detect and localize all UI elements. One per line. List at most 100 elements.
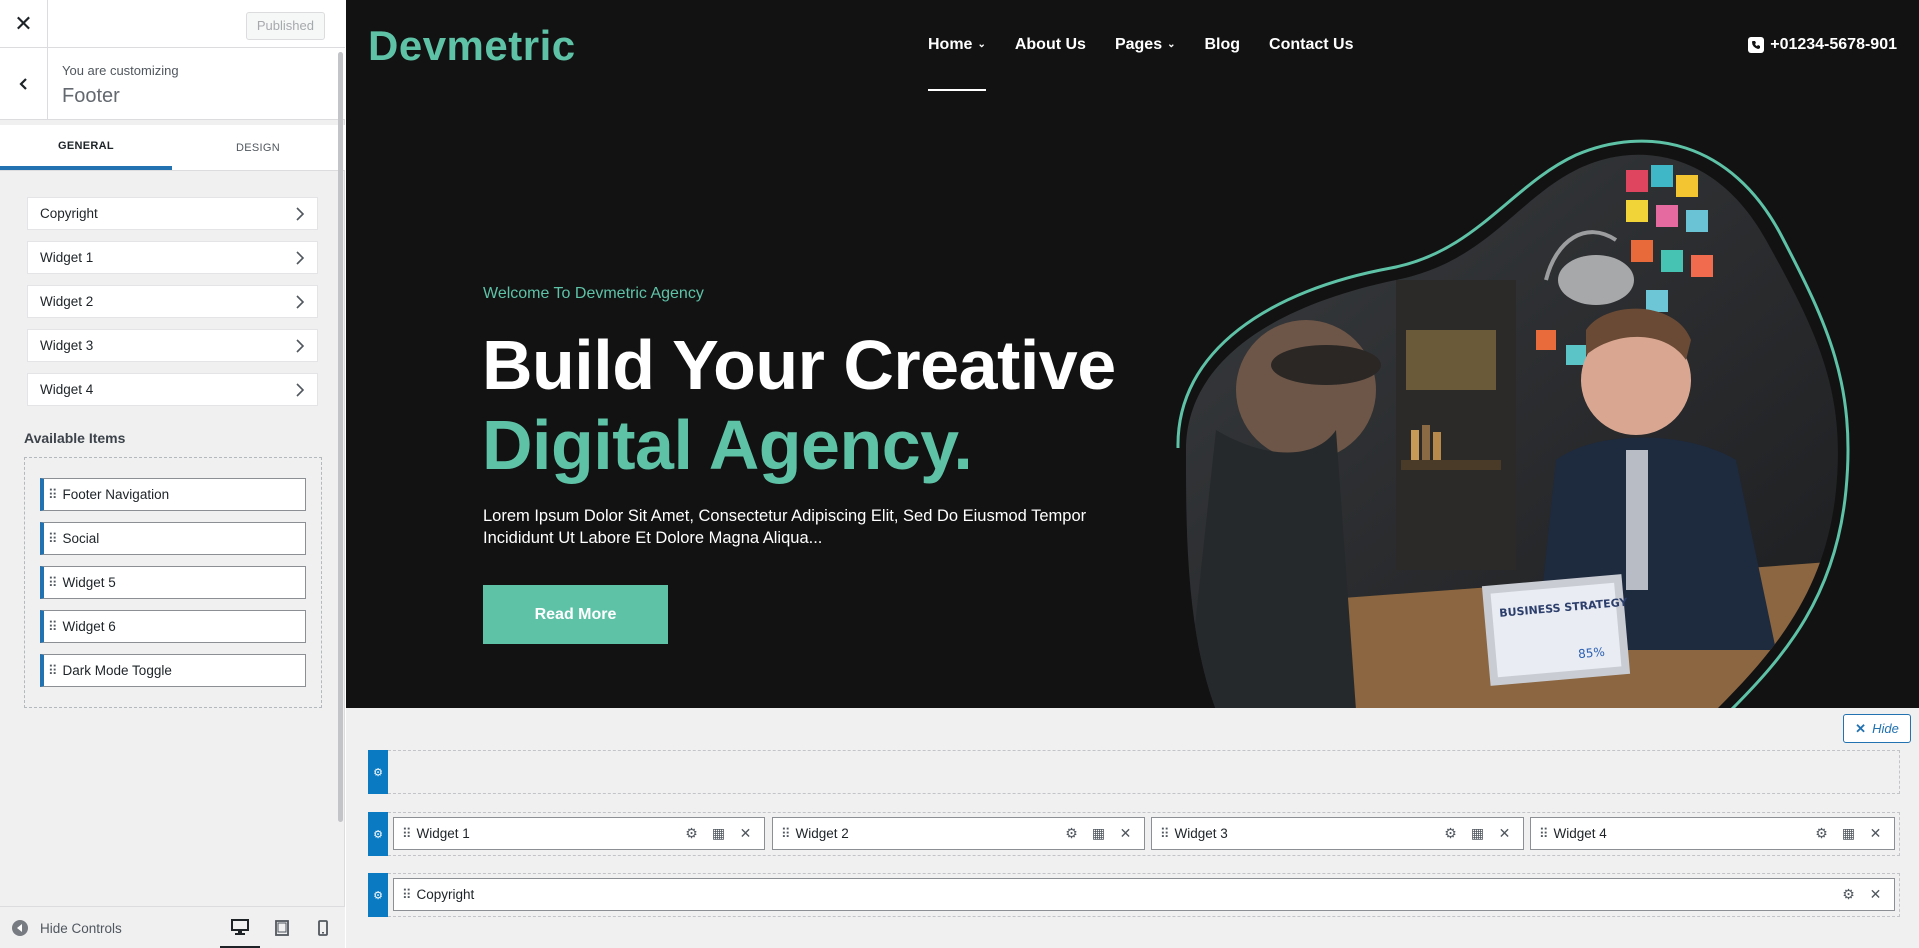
available-item-label: Social: [62, 531, 100, 546]
nav-item-contact[interactable]: Contact Us: [1269, 36, 1353, 94]
read-more-button[interactable]: Read More: [483, 585, 668, 644]
row-settings-handle[interactable]: ⚙: [368, 812, 388, 856]
widget-label: Copyright: [416, 887, 475, 902]
widget-label: Widget 2: [795, 826, 849, 841]
hero-paragraph: Lorem Ipsum Dolor Sit Amet, Consectetur …: [483, 507, 1087, 547]
available-item-footer-navigation[interactable]: ⠿ Footer Navigation: [40, 478, 306, 511]
section-item-widget-4[interactable]: Widget 4: [27, 373, 318, 406]
hero-subtitle: Welcome To Devmetric Agency: [483, 285, 704, 302]
nav-label: Pages: [1114, 36, 1163, 53]
hide-controls-button[interactable]: Hide Controls: [12, 907, 122, 948]
footer-row-main[interactable]: ⚙ ⠿ Widget 1 ⚙ ▦ ✕ ⠿ Widget 2 ⚙ ▦ ✕ ⠿ Wi…: [368, 812, 1900, 856]
footer-row-bottom[interactable]: ⚙ ⠿ Copyright ⚙ ✕: [368, 873, 1900, 917]
site-preview: Devmetric Home ⌄ About Us Pages ⌄ Blog Con…: [346, 0, 1919, 948]
available-item-social[interactable]: ⠿ Social: [40, 522, 306, 555]
drag-handle-icon: ⠿: [402, 825, 411, 841]
gear-icon[interactable]: ⚙: [683, 825, 700, 842]
close-icon[interactable]: ✕: [0, 0, 48, 48]
close-icon[interactable]: ✕: [737, 825, 754, 842]
close-icon[interactable]: ✕: [1867, 886, 1884, 903]
layout-icon[interactable]: ▦: [1840, 825, 1857, 842]
nav-item-blog[interactable]: Blog: [1204, 36, 1240, 94]
close-icon: ✕: [1855, 720, 1867, 736]
mobile-preview-button[interactable]: [303, 907, 343, 948]
sidebar-tabs: GENERAL DESIGN: [0, 125, 345, 171]
collapse-icon: [12, 920, 28, 936]
section-item-label: Copyright: [40, 206, 98, 221]
chevron-right-icon: [296, 338, 305, 353]
available-item-label: Widget 6: [62, 619, 116, 634]
available-item-widget-5[interactable]: ⠿ Widget 5: [40, 566, 306, 599]
drag-handle-icon: ⠿: [48, 530, 57, 546]
available-items-title: Available Items: [24, 430, 126, 446]
gear-icon[interactable]: ⚙: [1813, 825, 1830, 842]
chevron-down-icon: ⌄: [977, 39, 986, 50]
back-button[interactable]: [0, 48, 48, 120]
footer-copyright[interactable]: ⠿ Copyright ⚙ ✕: [393, 878, 1895, 911]
tablet-icon: [275, 920, 289, 936]
section-list: Copyright Widget 1 Widget 2 Widget 3 Wid…: [27, 197, 318, 417]
row-settings-handle[interactable]: ⚙: [368, 750, 388, 794]
published-button[interactable]: Published: [245, 12, 325, 40]
drag-handle-icon: ⠿: [48, 662, 57, 678]
section-item-widget-1[interactable]: Widget 1: [27, 241, 318, 274]
tab-design[interactable]: DESIGN: [172, 125, 344, 170]
section-item-widget-3[interactable]: Widget 3: [27, 329, 318, 362]
section-item-widget-2[interactable]: Widget 2: [27, 285, 318, 318]
drag-handle-icon: ⠿: [48, 574, 57, 590]
gear-icon: ⚙: [373, 889, 383, 902]
nav-item-home[interactable]: Home ⌄: [928, 36, 986, 94]
mobile-icon: [318, 920, 328, 936]
desktop-preview-button[interactable]: [220, 907, 260, 948]
section-item-label: Widget 4: [40, 382, 94, 397]
footer-widget-3[interactable]: ⠿ Widget 3 ⚙ ▦ ✕: [1151, 817, 1524, 850]
phone-icon: [1748, 37, 1765, 53]
laptop-screen-stat: 85%: [1578, 645, 1606, 661]
sidebar-scrollbar[interactable]: [338, 52, 343, 822]
widget-label: Widget 1: [416, 826, 470, 841]
close-icon[interactable]: ✕: [1867, 825, 1884, 842]
section-heading: You are customizing Footer: [0, 48, 345, 120]
available-item-label: Footer Navigation: [62, 487, 170, 502]
hero-section: Devmetric Home ⌄ About Us Pages ⌄ Blog Con…: [346, 0, 1919, 708]
section-item-copyright[interactable]: Copyright: [27, 197, 318, 230]
site-logo[interactable]: Devmetric: [368, 22, 576, 70]
tablet-preview-button[interactable]: [262, 907, 302, 948]
tab-general[interactable]: GENERAL: [0, 125, 172, 170]
footer-widget-4[interactable]: ⠿ Widget 4 ⚙ ▦ ✕: [1530, 817, 1895, 850]
hide-builder-button[interactable]: ✕ Hide: [1843, 714, 1911, 743]
available-item-widget-6[interactable]: ⠿ Widget 6: [40, 610, 306, 643]
hide-label: Hide: [1872, 721, 1899, 736]
hide-controls-label: Hide Controls: [40, 920, 122, 936]
chevron-right-icon: [296, 294, 305, 309]
layout-icon[interactable]: ▦: [1469, 825, 1486, 842]
chevron-right-icon: [296, 382, 305, 397]
drag-handle-icon: ⠿: [1539, 825, 1548, 841]
footer-row-top[interactable]: ⚙: [368, 750, 1900, 794]
nav-item-pages[interactable]: Pages ⌄: [1115, 36, 1176, 94]
hero-title-line-2: Digital Agency.: [482, 406, 973, 484]
footer-widget-1[interactable]: ⠿ Widget 1 ⚙ ▦ ✕: [393, 817, 765, 850]
gear-icon[interactable]: ⚙: [1063, 825, 1080, 842]
drag-handle-icon: ⠿: [48, 618, 57, 634]
close-icon[interactable]: ✕: [1496, 825, 1513, 842]
close-icon[interactable]: ✕: [1117, 825, 1134, 842]
customizer-sidebar: ✕ Published You are customizing Footer G…: [0, 0, 345, 948]
drag-handle-icon: ⠿: [402, 886, 411, 902]
chevron-down-icon: ⌄: [1167, 39, 1176, 50]
section-item-label: Widget 2: [40, 294, 94, 309]
layout-icon[interactable]: ▦: [1090, 825, 1107, 842]
gear-icon: ⚙: [373, 828, 383, 841]
phone-link[interactable]: +01234-5678-901: [1748, 36, 1897, 54]
gear-icon[interactable]: ⚙: [1840, 886, 1857, 903]
nav-label: About Us: [1014, 36, 1086, 53]
nav-item-about[interactable]: About Us: [1015, 36, 1086, 94]
gear-icon[interactable]: ⚙: [1442, 825, 1459, 842]
layout-icon[interactable]: ▦: [710, 825, 727, 842]
nav-label: Blog: [1204, 36, 1241, 53]
available-item-label: Dark Mode Toggle: [62, 663, 172, 678]
available-item-dark-mode-toggle[interactable]: ⠿ Dark Mode Toggle: [40, 654, 306, 687]
customizing-label: You are customizing: [62, 63, 179, 78]
footer-widget-2[interactable]: ⠿ Widget 2 ⚙ ▦ ✕: [772, 817, 1145, 850]
row-settings-handle[interactable]: ⚙: [368, 873, 388, 917]
